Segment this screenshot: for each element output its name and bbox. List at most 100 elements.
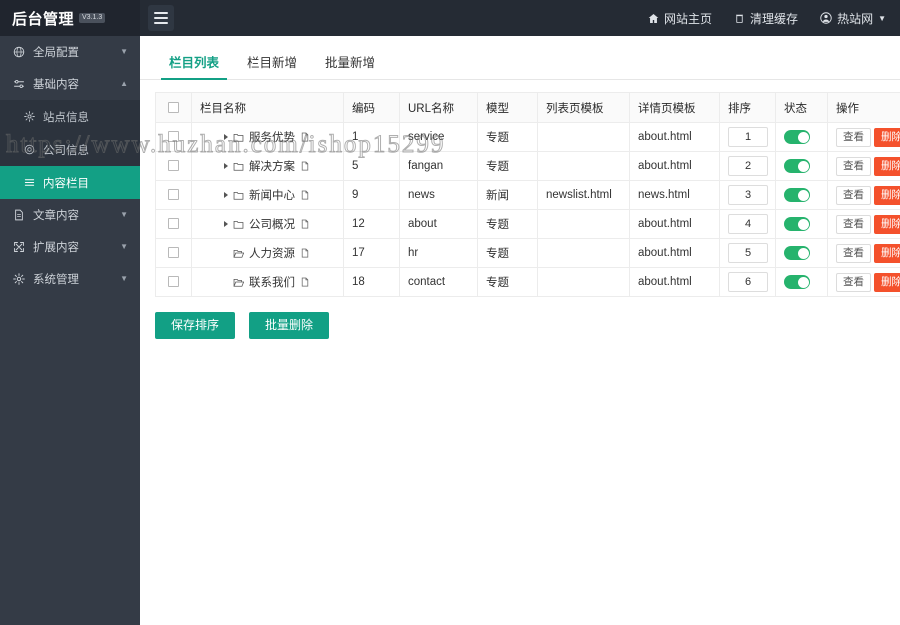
cell-code: 5 xyxy=(343,151,400,181)
version-badge: V3.1.3 xyxy=(79,13,106,23)
sort-order-input[interactable]: 4 xyxy=(728,214,768,234)
tab-bar: 栏目列表 栏目新增 批量新增 xyxy=(140,46,900,80)
sort-order-input[interactable]: 2 xyxy=(728,156,768,176)
cell-name: 人力资源 xyxy=(191,238,344,268)
cell-actions: 查看删除修改 xyxy=(827,209,900,239)
cell-detail-template: about.html xyxy=(629,122,720,152)
row-checkbox[interactable] xyxy=(168,218,179,230)
status-toggle[interactable] xyxy=(784,217,810,231)
delete-button[interactable]: 删除 xyxy=(874,243,900,263)
sidebar-item-system-management[interactable]: 系统管理 ▼ xyxy=(0,263,140,295)
row-select-cell xyxy=(155,151,192,181)
folder-closed-icon xyxy=(233,132,244,143)
cell-sort: 4 xyxy=(719,209,776,239)
sidebar-item-basic-content[interactable]: 基础内容 ▲ xyxy=(0,68,140,100)
sidebar-item-label: 站点信息 xyxy=(43,111,89,124)
sidebar-item-label: 文章内容 xyxy=(33,210,79,222)
chevron-down-icon: ▼ xyxy=(120,274,128,283)
status-toggle[interactable] xyxy=(784,275,810,289)
sidebar-item-label: 扩展内容 xyxy=(33,242,79,254)
cell-name: 公司概况 xyxy=(191,209,344,239)
tab-column-list[interactable]: 栏目列表 xyxy=(155,52,233,80)
cell-url: hr xyxy=(399,238,478,268)
delete-button[interactable]: 删除 xyxy=(874,214,900,234)
view-button[interactable]: 查看 xyxy=(836,127,871,147)
delete-button[interactable]: 删除 xyxy=(874,185,900,205)
sort-order-input[interactable]: 6 xyxy=(728,272,768,292)
cell-name: 联系我们 xyxy=(191,267,344,297)
batch-delete-button[interactable]: 批量删除 xyxy=(249,312,330,339)
header-item-clear-cache[interactable]: 清理缓存 xyxy=(734,10,798,27)
view-button[interactable]: 查看 xyxy=(836,214,871,234)
sidebar-item-site-info[interactable]: 站点信息 xyxy=(0,100,140,133)
row-checkbox[interactable] xyxy=(168,276,179,288)
folder-closed-icon xyxy=(233,190,244,201)
view-button[interactable]: 查看 xyxy=(836,185,871,205)
delete-button[interactable]: 删除 xyxy=(874,272,900,292)
tab-batch-add[interactable]: 批量新增 xyxy=(311,52,389,79)
cell-model: 专题 xyxy=(477,267,538,297)
header-item-user-menu[interactable]: 热站网 ▼ xyxy=(820,10,886,27)
delete-button[interactable]: 删除 xyxy=(874,127,900,147)
status-toggle[interactable] xyxy=(784,130,810,144)
table-row: 服务优势1service专题about.html1查看删除修改 xyxy=(155,122,900,152)
status-toggle[interactable] xyxy=(784,188,810,202)
tab-column-add[interactable]: 栏目新增 xyxy=(233,52,311,79)
view-button[interactable]: 查看 xyxy=(836,243,871,263)
folder-open-icon xyxy=(233,248,244,259)
hamburger-bar xyxy=(154,12,168,14)
cell-sort: 3 xyxy=(719,180,776,210)
sort-order-input[interactable]: 3 xyxy=(728,185,768,205)
expand-triangle-icon[interactable] xyxy=(224,163,228,169)
status-toggle[interactable] xyxy=(784,246,810,260)
cell-code: 12 xyxy=(343,209,400,239)
cell-status xyxy=(775,267,828,297)
save-order-button[interactable]: 保存排序 xyxy=(155,312,236,339)
sidebar-item-global-config[interactable]: 全局配置 ▼ xyxy=(0,36,140,68)
sidebar-item-article-content[interactable]: 文章内容 ▼ xyxy=(0,199,140,231)
col-header-name: 栏目名称 xyxy=(191,92,344,123)
table-row: 人力资源 17hr专题 about.html 5 查看删除修改 xyxy=(155,238,900,268)
cell-url: service xyxy=(399,122,478,152)
row-select-cell xyxy=(155,238,192,268)
expand-icon xyxy=(12,241,26,253)
cell-list-template xyxy=(537,238,630,268)
header-item-label: 热站网 xyxy=(837,11,874,26)
expand-triangle-icon[interactable] xyxy=(224,221,228,227)
select-all-checkbox[interactable] xyxy=(168,101,179,113)
table-body: 服务优势1service专题about.html1查看删除修改解决方案5fang… xyxy=(155,122,900,297)
row-checkbox[interactable] xyxy=(168,160,179,172)
status-toggle[interactable] xyxy=(784,159,810,173)
cell-list-template: newslist.html xyxy=(537,180,630,210)
cell-detail-template: about.html xyxy=(629,267,720,297)
table-row: 新闻中心 9news新闻newslist.htmlnews.html 3 查看删除修改 xyxy=(155,180,900,210)
column-name-text: 服务优势 xyxy=(249,132,295,144)
col-header-detail-tpl: 详情页模板 xyxy=(629,92,720,123)
columns-table: 栏目名称 编码 URL名称 模型 列表页模板 详情页模板 排序 状态 操作 服务… xyxy=(155,92,900,297)
sort-order-input[interactable]: 5 xyxy=(728,243,768,263)
globe-icon xyxy=(12,46,26,58)
row-checkbox[interactable] xyxy=(168,247,179,259)
row-select-cell xyxy=(155,122,192,152)
document-icon xyxy=(300,132,310,142)
sidebar-item-company-info[interactable]: 公司信息 xyxy=(0,133,140,166)
delete-button[interactable]: 删除 xyxy=(874,156,900,176)
view-button[interactable]: 查看 xyxy=(836,272,871,292)
sidebar-item-content-columns[interactable]: 内容栏目 xyxy=(0,166,140,199)
hamburger-menu-icon[interactable] xyxy=(148,5,174,31)
expand-triangle-icon[interactable] xyxy=(224,192,228,198)
table-row: 解决方案 5fangan专题 about.html 2 查看删除修改 xyxy=(155,151,900,181)
document-icon xyxy=(300,161,310,171)
cell-status xyxy=(775,122,828,152)
chevron-down-icon: ▼ xyxy=(120,210,128,219)
header-item-site-home[interactable]: 网站主页 xyxy=(648,10,712,27)
expand-triangle-icon[interactable] xyxy=(224,134,228,140)
sidebar-item-extended-content[interactable]: 扩展内容 ▼ xyxy=(0,231,140,263)
row-checkbox[interactable] xyxy=(168,131,179,143)
row-checkbox[interactable] xyxy=(168,189,179,201)
view-button[interactable]: 查看 xyxy=(836,156,871,176)
hamburger-bar xyxy=(154,22,168,24)
sort-order-input[interactable]: 1 xyxy=(728,127,768,147)
col-header-status: 状态 xyxy=(775,92,828,123)
table-row: 公司概况 12about专题 about.html 4 查看删除修改 xyxy=(155,209,900,239)
